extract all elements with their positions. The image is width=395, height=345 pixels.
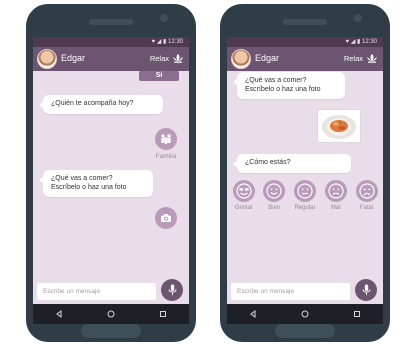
mood-option-regular[interactable]: Regular — [291, 180, 320, 211]
message-list: ¿Qué vas a comer? Escríbelo o haz una fo… — [227, 71, 383, 289]
back-icon — [250, 310, 256, 318]
microphone-button[interactable] — [161, 279, 183, 301]
home-button[interactable] — [101, 304, 121, 324]
mood-label: Genial — [234, 205, 253, 211]
battery-icon: ▮ — [357, 39, 361, 45]
navigation-bar — [33, 304, 189, 324]
microphone-icon — [362, 284, 370, 296]
message-text: Escríbelo o haz una foto — [245, 85, 321, 93]
contact-name: Edgar — [255, 53, 280, 63]
message-input[interactable]: Escribe un mensaje — [37, 283, 156, 300]
chat-screen: ♥ ◢ ▮ 12:30 Edgar Relax ¿Qué vas a comer… — [227, 37, 383, 324]
recents-icon — [354, 311, 360, 317]
crying-face-icon — [358, 183, 375, 199]
family-icon — [161, 134, 171, 144]
chat-screen: ♥ ◢ ▮ 12:30 Edgar Relax Sí ¿Quién te aco… — [33, 37, 189, 324]
mood-label: Regular — [294, 205, 316, 211]
sad-face-icon — [328, 183, 344, 199]
lotus-icon[interactable] — [172, 52, 184, 64]
mode-label[interactable]: Relax — [344, 54, 363, 63]
avatar[interactable] — [37, 49, 57, 69]
front-camera — [354, 14, 362, 22]
status-bar: ♥ ◢ ▮ 12:30 — [33, 37, 189, 47]
status-time: 12:30 — [167, 39, 183, 45]
battery-icon: ▮ — [163, 39, 167, 45]
message-bubble: ¿Quién te acompaña hoy? — [39, 95, 163, 114]
signal-icon: ◢ — [156, 39, 162, 45]
recents-button[interactable] — [347, 304, 367, 324]
avatar[interactable] — [231, 49, 251, 69]
back-button[interactable] — [243, 304, 263, 324]
phone-speaker — [89, 19, 133, 25]
back-icon — [56, 310, 62, 318]
message-bubble: ¿Qué vas a comer? Escríbelo o haz una fo… — [233, 72, 345, 99]
mood-option-fatal[interactable]: Fatal — [352, 180, 381, 211]
mood-option-bien[interactable]: Bien — [260, 180, 289, 211]
input-bar: Escribe un mensaje — [33, 278, 189, 304]
phone-speaker — [283, 19, 327, 25]
status-time: 12:30 — [361, 39, 377, 45]
hardware-home-button — [275, 324, 335, 338]
mood-option-genial[interactable]: Genial — [229, 180, 258, 211]
message-input[interactable]: Escribe un mensaje — [231, 283, 350, 300]
family-button[interactable] — [155, 128, 177, 150]
signal-icon: ◢ — [350, 39, 356, 45]
back-button[interactable] — [49, 304, 69, 324]
smile-face-icon — [266, 183, 282, 199]
mood-selector: Genial Bien Regular Mal Fatal — [229, 180, 381, 211]
microphone-button[interactable] — [355, 279, 377, 301]
app-header: Edgar Relax — [33, 47, 189, 71]
home-button[interactable] — [295, 304, 315, 324]
microphone-icon — [168, 284, 176, 296]
mood-label: Mal — [330, 205, 341, 211]
phone-right: ♥ ◢ ▮ 12:30 Edgar Relax ¿Qué vas a comer… — [220, 4, 390, 342]
mood-option-mal[interactable]: Mal — [321, 180, 350, 211]
mood-label: Fatal — [359, 205, 374, 211]
neutral-face-icon — [297, 183, 313, 199]
home-icon — [301, 310, 309, 318]
mode-label[interactable]: Relax — [150, 54, 169, 63]
phone-left: ♥ ◢ ▮ 12:30 Edgar Relax Sí ¿Quién te aco… — [26, 4, 196, 342]
home-icon — [107, 310, 115, 318]
cool-face-icon — [235, 183, 252, 199]
input-bar: Escribe un mensaje — [227, 278, 383, 304]
recents-button[interactable] — [153, 304, 173, 324]
family-label: Familia — [155, 153, 177, 160]
app-header: Edgar Relax — [227, 47, 383, 71]
message-text: ¿Cómo estás? — [245, 159, 291, 166]
front-camera — [160, 14, 168, 22]
message-text: ¿Qué vas a comer? — [51, 175, 113, 182]
message-bubble: ¿Cómo estás? — [233, 154, 351, 173]
recents-icon — [160, 311, 166, 317]
food-photo[interactable] — [317, 109, 361, 143]
lotus-icon[interactable] — [366, 52, 378, 64]
heart-icon: ♥ — [345, 39, 350, 45]
navigation-bar — [227, 304, 383, 324]
message-text: Escríbelo o haz una foto — [51, 183, 127, 191]
reply-chip: Sí — [139, 71, 179, 81]
camera-button[interactable] — [155, 207, 177, 229]
message-text: ¿Qué vas a comer? — [245, 77, 307, 84]
message-list: Sí ¿Quién te acompaña hoy? Familia ¿Qué … — [33, 71, 189, 289]
mood-label: Bien — [268, 205, 281, 211]
camera-icon — [161, 214, 171, 222]
contact-name: Edgar — [61, 53, 86, 63]
pasta-plate-image — [322, 115, 356, 139]
status-bar: ♥ ◢ ▮ 12:30 — [227, 37, 383, 47]
hardware-home-button — [81, 324, 141, 338]
message-bubble: ¿Qué vas a comer? Escríbelo o haz una fo… — [39, 170, 153, 197]
message-text: ¿Quién te acompaña hoy? — [51, 100, 134, 107]
heart-icon: ♥ — [151, 39, 156, 45]
